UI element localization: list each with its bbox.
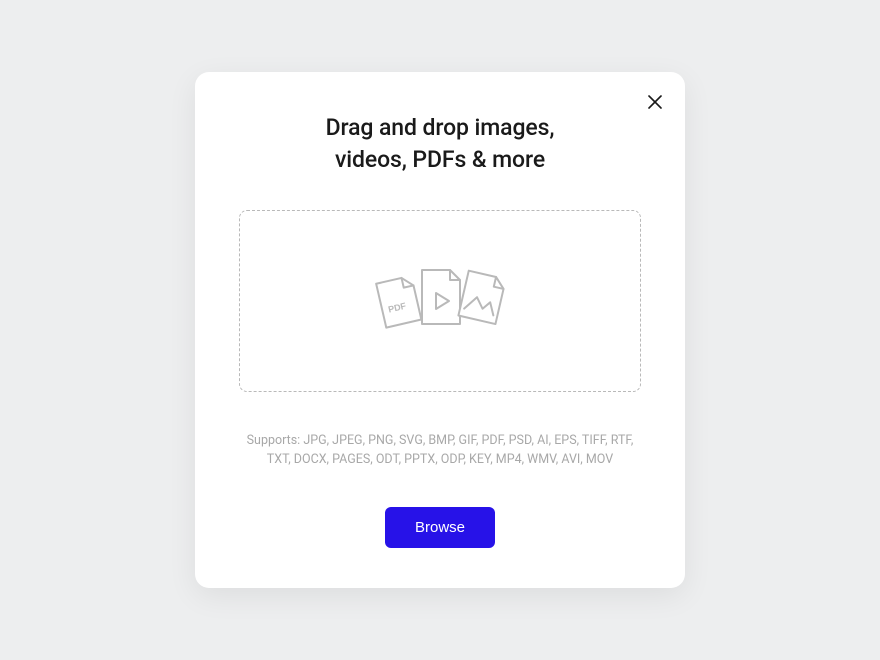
browse-button[interactable]: Browse bbox=[385, 507, 495, 548]
close-icon bbox=[648, 95, 662, 109]
files-illustration: PDF bbox=[370, 262, 510, 340]
video-file-icon bbox=[422, 270, 460, 324]
image-file-icon bbox=[458, 271, 505, 324]
close-button[interactable] bbox=[643, 90, 667, 114]
supported-formats-text: Supports: JPG, JPEG, PNG, SVG, BMP, GIF,… bbox=[239, 432, 641, 470]
title-line-1: Drag and drop images, bbox=[326, 114, 555, 141]
modal-title: Drag and drop images, videos, PDFs & mor… bbox=[239, 112, 641, 176]
upload-modal: Drag and drop images, videos, PDFs & mor… bbox=[195, 72, 685, 589]
pdf-file-icon: PDF bbox=[376, 276, 421, 328]
dropzone[interactable]: PDF bbox=[239, 210, 641, 392]
title-line-2: videos, PDFs & more bbox=[335, 146, 545, 173]
